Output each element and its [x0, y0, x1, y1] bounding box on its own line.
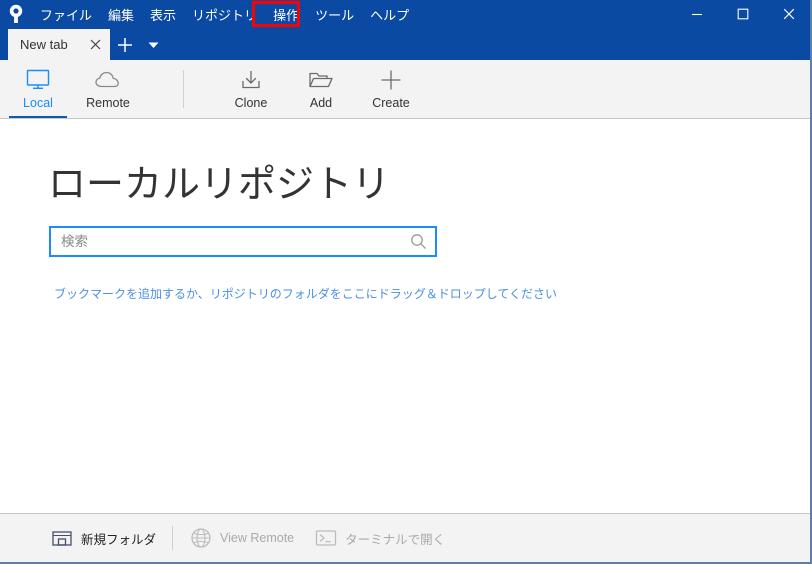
menu-bar: ファイル 編集 表示 リポジトリ 操作 ツール ヘルプ [32, 0, 674, 28]
toolbar-item-clone-label: Clone [234, 96, 268, 110]
status-view-remote-button[interactable]: View Remote [179, 523, 304, 553]
title-bar: ファイル 編集 表示 リポジトリ 操作 ツール ヘルプ [0, 0, 810, 28]
menu-item-actions[interactable]: 操作 [265, 0, 307, 28]
menu-item-actions-label: 操作 [273, 7, 300, 23]
menu-item-view-label: 表示 [150, 7, 177, 23]
toolbar-item-create[interactable]: Create [356, 60, 426, 118]
maximize-icon[interactable] [720, 0, 766, 28]
status-bar: 新規フォルダ View Remote ターミナルで開く [0, 513, 810, 562]
toolbar-item-local-label: Local [23, 96, 53, 110]
globe-icon [189, 526, 213, 550]
sourcetree-logo-icon [0, 0, 32, 28]
status-new-folder-button[interactable]: 新規フォルダ [40, 523, 166, 553]
terminal-icon [314, 526, 338, 550]
menu-item-tools[interactable]: ツール [307, 0, 362, 28]
tab-new-tab[interactable]: New tab [8, 29, 110, 60]
tab-close-icon[interactable] [86, 36, 104, 54]
status-bar-divider [172, 526, 174, 550]
minimize-icon[interactable] [674, 0, 720, 28]
menu-item-help[interactable]: ヘルプ [362, 0, 417, 28]
menu-item-edit-label: 編集 [108, 7, 135, 23]
menu-item-file[interactable]: ファイル [32, 0, 100, 28]
page-title: ローカルリポジトリ [48, 164, 391, 206]
tab-strip: New tab [0, 28, 810, 60]
plus-icon [379, 67, 403, 93]
drop-hint-text: ブックマークを追加するか、リポジトリのフォルダをここにドラッグ＆ドロップしてくだ… [54, 287, 558, 301]
status-open-terminal-button[interactable]: ターミナルで開く [304, 523, 455, 553]
toolbar-item-add[interactable]: Add [286, 60, 356, 118]
menu-item-repository-label: リポジトリ [192, 7, 258, 23]
main-toolbar: Local Remote Clone Add Create [0, 60, 810, 119]
monitor-icon [25, 67, 51, 93]
main-content: ローカルリポジトリ ブックマークを追加するか、リポジトリのフォルダをここにドラッ… [0, 119, 810, 513]
menu-item-edit[interactable]: 編集 [100, 0, 142, 28]
menu-item-repository[interactable]: リポジトリ [184, 0, 265, 28]
toolbar-item-local[interactable]: Local [3, 60, 73, 118]
toolbar-item-create-label: Create [372, 96, 410, 110]
application-window: ファイル 編集 表示 リポジトリ 操作 ツール ヘルプ New tab Loca… [0, 0, 812, 564]
window-controls [674, 0, 810, 28]
clone-download-icon [238, 67, 264, 93]
toolbar-item-add-label: Add [309, 96, 333, 110]
tab-new-tab-label: New tab [20, 37, 68, 52]
search-box[interactable] [49, 226, 437, 257]
status-new-folder-label: 新規フォルダ [81, 532, 157, 547]
tab-chevron-down-icon[interactable] [140, 29, 166, 60]
new-tab-plus-icon[interactable] [110, 29, 140, 60]
status-view-remote-label: View Remote [220, 531, 295, 545]
toolbar-item-remote-label: Remote [86, 96, 130, 110]
toolbar-item-remote[interactable]: Remote [73, 60, 143, 118]
folder-open-icon [307, 67, 335, 93]
menu-item-file-label: ファイル [40, 7, 93, 23]
toolbar-divider [183, 70, 184, 108]
menu-item-view[interactable]: 表示 [142, 0, 184, 28]
menu-item-tools-label: ツール [315, 7, 355, 23]
cloud-icon [94, 67, 122, 93]
toolbar-item-clone[interactable]: Clone [216, 60, 286, 118]
status-open-terminal-label: ターミナルで開く [345, 532, 446, 547]
close-icon[interactable] [766, 0, 810, 28]
search-icon[interactable] [401, 228, 435, 255]
search-input[interactable] [51, 228, 401, 255]
menu-item-help-label: ヘルプ [370, 7, 410, 23]
new-folder-icon [50, 526, 74, 550]
